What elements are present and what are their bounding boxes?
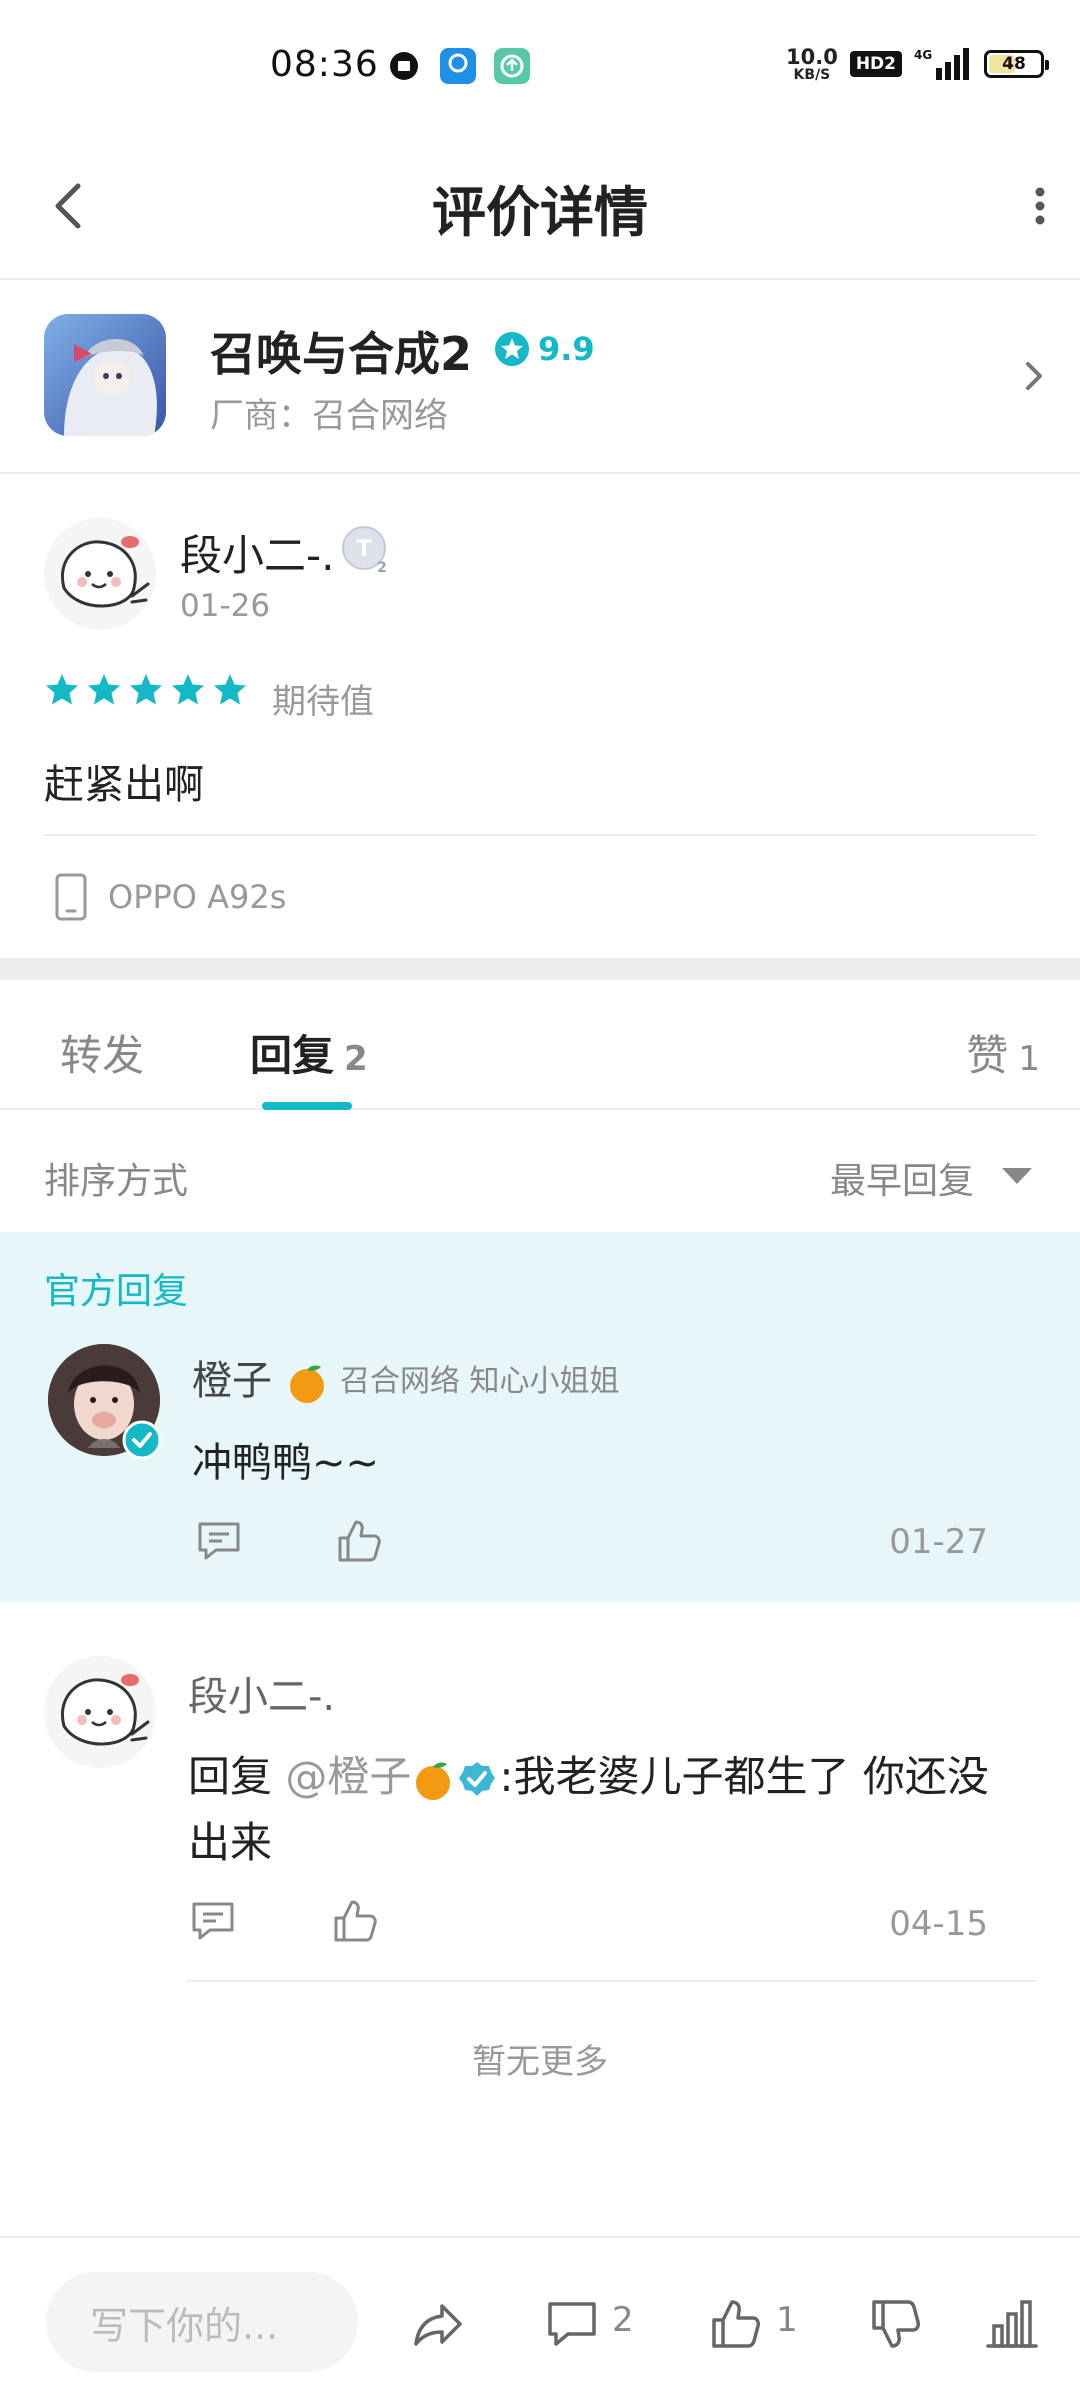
comment-input[interactable]: 写下你的...	[46, 2272, 358, 2372]
official-reply: 官方回复 橙子 召合网络 知心小姐姐 冲鸭鸭~~ 01-27	[0, 1232, 1080, 1602]
tab-replies[interactable]: 回复 2	[250, 1022, 368, 1083]
app-card[interactable]: 召唤与合成2 9.9 厂商：召合网络	[0, 282, 1080, 474]
bottom-action-bar: 写下你的... 2 1	[0, 2236, 1080, 2400]
active-tab-indicator	[262, 1102, 352, 1110]
reviewer-name[interactable]: 段小二-.	[180, 522, 335, 583]
official-reply-content: 冲鸭鸭~~	[192, 1440, 380, 1486]
reply-content: 回复 @橙子 :我老婆儿子都生了 你还没出来	[188, 1744, 1028, 1876]
comment-icon[interactable]	[194, 1516, 244, 1566]
signal-icon: 4G	[914, 48, 969, 80]
star-rating	[44, 672, 248, 708]
chevron-right-icon[interactable]	[1014, 348, 1054, 404]
caret-down-icon[interactable]	[1000, 1166, 1034, 1186]
status-time: 08:36	[270, 44, 379, 85]
more-options-icon[interactable]	[1000, 170, 1060, 242]
status-bar: 08:36 10.0 KB/S HD2 4G 48	[0, 0, 1080, 132]
reviewer-avatar[interactable]	[44, 518, 156, 630]
notification-app-icon	[440, 48, 476, 84]
notification-app-icon	[494, 48, 530, 84]
app-score: 9.9	[494, 330, 595, 368]
star-icon	[130, 674, 162, 705]
like-icon[interactable]	[334, 1516, 384, 1566]
tab-forward[interactable]: 转发	[60, 1022, 144, 1083]
tab-likes[interactable]: 赞1	[966, 1022, 1040, 1083]
tab-bar: 转发 回复 2 赞1	[0, 980, 1080, 1110]
sort-row: 排序方式 最早回复	[0, 1112, 1080, 1232]
star-icon	[172, 674, 204, 705]
section-separator	[0, 958, 1080, 980]
review-content: 赶紧出啊	[44, 762, 204, 808]
like-icon[interactable]	[708, 2296, 764, 2352]
dislike-icon[interactable]	[868, 2296, 924, 2352]
official-reply-date: 01-27	[889, 1522, 988, 1562]
rating-label: 期待值	[272, 682, 374, 722]
app-vendor: 厂商：召合网络	[210, 396, 448, 436]
reply-prefix: 回复	[188, 1752, 273, 1801]
like-count: 1	[776, 2300, 798, 2340]
official-reply-role: 召合网络 知心小姐姐	[340, 1364, 620, 1399]
divider	[44, 834, 1036, 836]
verified-badge-icon	[122, 1420, 162, 1460]
star-icon	[88, 674, 120, 705]
notification-app-icon	[390, 52, 418, 80]
device-name: OPPO A92s	[108, 878, 287, 916]
share-icon[interactable]	[410, 2296, 466, 2352]
orange-emoji-icon	[289, 1365, 324, 1403]
comment-count: 2	[612, 2300, 634, 2340]
stats-icon[interactable]	[984, 2296, 1040, 2352]
official-reply-author[interactable]: 橙子	[192, 1348, 329, 1406]
header: 评价详情	[0, 132, 1080, 280]
sort-label: 排序方式	[44, 1161, 189, 1202]
like-icon[interactable]	[330, 1896, 380, 1946]
verified-badge-icon	[459, 1761, 496, 1796]
end-of-list-text: 暂无更多	[472, 2042, 608, 2082]
page-title: 评价详情	[432, 181, 648, 244]
sort-dropdown[interactable]: 最早回复	[830, 1152, 974, 1204]
user-level-badge-icon: T 2	[342, 526, 387, 576]
battery-icon: 48	[984, 50, 1049, 78]
reply-date: 04-15	[889, 1904, 988, 1944]
svg-text:2: 2	[377, 560, 387, 576]
network-speed: 10.0 KB/S	[786, 44, 838, 83]
rating-star-icon	[495, 332, 529, 366]
orange-emoji-icon	[416, 1761, 451, 1800]
official-reply-tag: 官方回复	[44, 1271, 189, 1312]
mention-link[interactable]: @橙子	[285, 1752, 411, 1801]
comment-icon[interactable]	[544, 2296, 600, 2352]
star-icon	[46, 674, 78, 705]
svg-text:4G: 4G	[914, 48, 932, 62]
phone-icon	[55, 873, 87, 921]
hd-badge: HD2	[849, 51, 902, 77]
reply-author[interactable]: 段小二-.	[188, 1664, 335, 1722]
svg-text:T: T	[356, 537, 371, 562]
review-date: 01-26	[180, 588, 271, 624]
comment-icon[interactable]	[188, 1896, 238, 1946]
reply-author-avatar[interactable]	[44, 1656, 156, 1768]
app-name: 召唤与合成2	[210, 327, 473, 381]
divider	[186, 1980, 1036, 1982]
star-icon	[214, 674, 246, 705]
app-icon	[44, 314, 166, 436]
